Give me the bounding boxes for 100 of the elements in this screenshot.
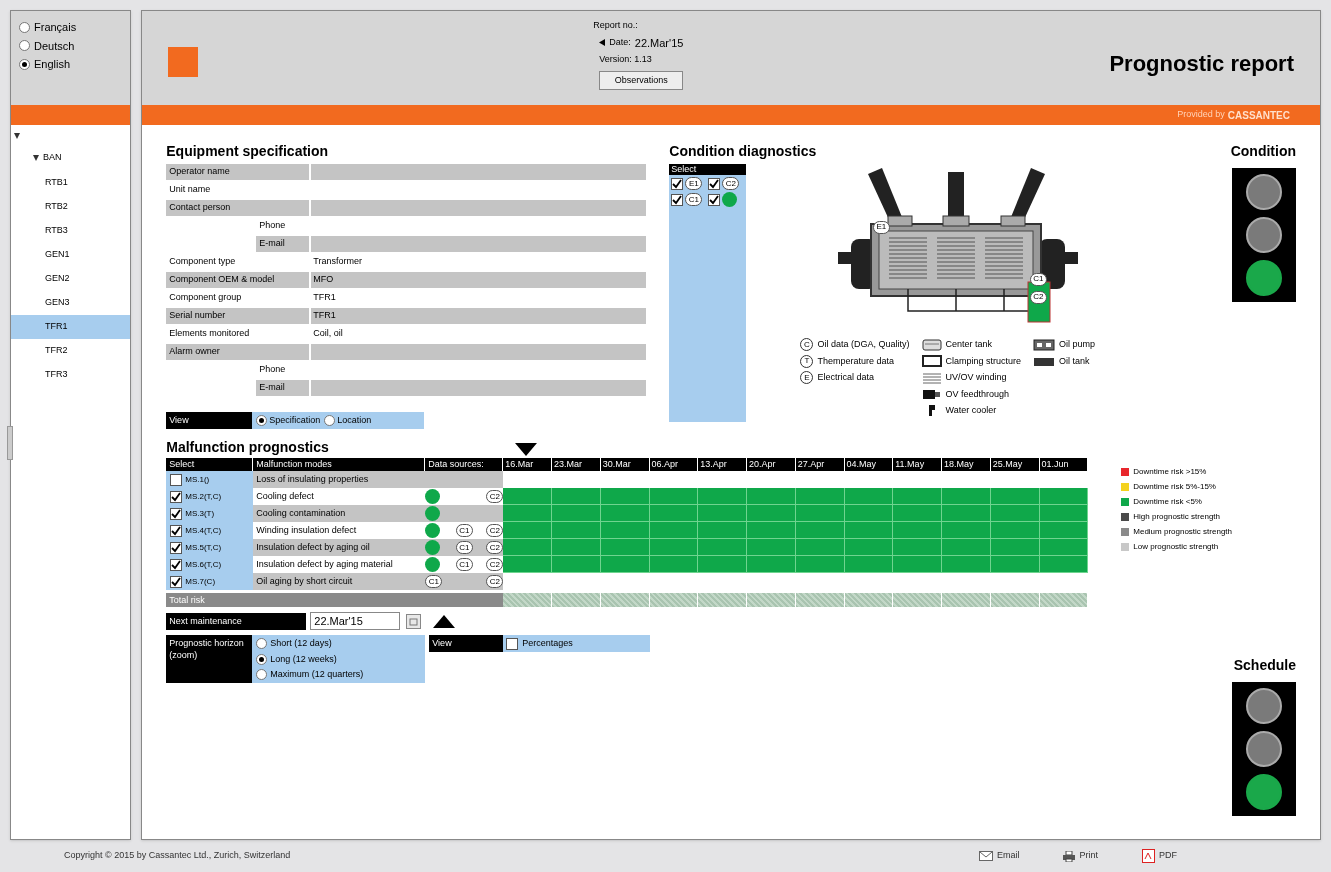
frame-icon xyxy=(921,355,942,368)
checkbox[interactable] xyxy=(170,541,183,554)
sensor-badge: E1 xyxy=(685,177,703,190)
checkbox[interactable] xyxy=(708,193,721,206)
report-number: Report no.: xyxy=(593,19,639,32)
tree-item[interactable]: TFR2 xyxy=(11,338,131,363)
checkbox[interactable] xyxy=(170,558,183,571)
checkbox[interactable] xyxy=(170,507,183,520)
pdf-icon xyxy=(1142,849,1155,863)
field-label: Component type xyxy=(168,255,237,269)
field-value: TFR1 xyxy=(311,308,647,324)
view-option[interactable]: Location xyxy=(337,413,372,428)
radio-button[interactable] xyxy=(19,21,30,33)
mode-code: MS.2(T,C) xyxy=(185,490,222,503)
tree-item[interactable]: RTB2 xyxy=(11,194,131,219)
mode-code: MS.3(T) xyxy=(185,507,215,520)
checkbox[interactable] xyxy=(671,193,684,206)
hatched-cell xyxy=(747,593,796,607)
date-header: 11.May xyxy=(893,458,943,471)
radio-button[interactable] xyxy=(256,415,268,426)
checkbox[interactable] xyxy=(170,575,183,588)
printer-icon xyxy=(1063,850,1076,862)
field-label: Component group xyxy=(168,291,243,305)
language-option[interactable]: Français xyxy=(34,19,77,36)
tree-item[interactable]: RTB1 xyxy=(11,170,131,195)
legend-label: Center tank xyxy=(945,338,993,351)
hatched-cell xyxy=(990,593,1040,607)
tree-item[interactable]: TFR1 xyxy=(11,314,131,339)
sensor-badge: C1 xyxy=(455,541,473,554)
footer-link[interactable]: Email xyxy=(996,849,1020,863)
provided-by-text: Provided by xyxy=(1177,108,1225,122)
checkbox[interactable] xyxy=(671,177,684,190)
radio-button[interactable] xyxy=(19,40,30,52)
language-option[interactable]: English xyxy=(34,56,71,73)
footer-link[interactable]: Print xyxy=(1079,849,1098,863)
radio-button[interactable] xyxy=(256,638,268,650)
percentages-option[interactable]: Percentages xyxy=(522,636,573,651)
copyright-text: Copyright © 2015 by Cassantec Ltd., Zurich, Switzerland xyxy=(64,849,291,863)
section-title: Condition diagnostics xyxy=(669,142,818,161)
radio-button[interactable] xyxy=(324,415,336,426)
field-label: Elements monitored xyxy=(168,327,251,341)
horizon-option[interactable]: Maximum (12 quarters) xyxy=(270,668,364,682)
checkbox[interactable] xyxy=(170,473,183,486)
tree-item[interactable]: RTB3 xyxy=(11,218,131,243)
radio-button[interactable] xyxy=(19,58,30,70)
select-header: Select xyxy=(669,164,747,175)
field-label: Alarm owner xyxy=(166,344,310,360)
tree-item[interactable]: GEN1 xyxy=(11,242,131,267)
calendar-icon[interactable] xyxy=(406,613,422,629)
radio-button[interactable] xyxy=(256,653,268,665)
checkbox[interactable] xyxy=(170,524,183,537)
winding-icon xyxy=(921,371,942,384)
hatched-cell xyxy=(795,593,845,607)
tree-item[interactable]: TFR3 xyxy=(11,362,131,387)
date-header: 04.May xyxy=(844,458,894,471)
checkbox[interactable] xyxy=(506,637,519,650)
field-label: Phone xyxy=(258,363,287,377)
horizon-option[interactable]: Short (12 days) xyxy=(270,637,332,651)
footer-link[interactable]: PDF xyxy=(1159,849,1177,863)
observations-button[interactable]: Observations xyxy=(599,70,684,90)
splitter-handle[interactable] xyxy=(7,426,13,460)
hatched-cell xyxy=(552,593,601,607)
date-header: 23.Mar xyxy=(552,458,601,471)
brand-text: CASSANTEC xyxy=(1227,108,1290,123)
legend-label: Water cooler xyxy=(945,404,997,417)
legend-label: Clamping structure xyxy=(945,354,1022,368)
field-label: Component OEM & model xyxy=(166,272,310,288)
radio-button[interactable] xyxy=(256,669,268,681)
view-label: View xyxy=(166,412,253,429)
table-cell: Loss of insulating properties xyxy=(253,471,426,488)
language-option[interactable]: Deutsch xyxy=(34,37,75,54)
table-cell: Insulation defect by aging oil xyxy=(253,539,426,556)
sensor-badge: C2 xyxy=(486,524,504,537)
table-cell: Oil aging by short circuit xyxy=(253,573,426,590)
view-label: View xyxy=(429,635,504,652)
mode-code: MS.7(C) xyxy=(185,575,216,588)
checkbox[interactable] xyxy=(170,490,183,503)
date-field[interactable]: 22.Mar'15 xyxy=(310,612,401,630)
legend-label: Medium prognostic strength xyxy=(1133,526,1232,538)
legend-label: Low prognostic strength xyxy=(1133,541,1219,553)
back-arrow-icon[interactable] xyxy=(599,39,606,47)
hatched-cell xyxy=(1039,593,1089,607)
legend-label: Electrical data xyxy=(817,371,874,384)
legend-label: UV/OV winding xyxy=(945,371,1007,384)
oil-tank-icon xyxy=(1033,355,1056,368)
view-option[interactable]: Specification xyxy=(269,413,321,428)
date-header: 30.Mar xyxy=(600,458,650,471)
expand-arrow-icon[interactable] xyxy=(33,154,39,161)
expand-arrow-icon[interactable] xyxy=(14,133,20,139)
mode-code: MS.4(T,C) xyxy=(185,524,222,537)
tree-item[interactable]: GEN2 xyxy=(11,266,131,291)
horizon-option[interactable]: Long (12 weeks) xyxy=(270,652,337,666)
table-cell: Cooling contamination xyxy=(253,505,426,522)
mode-code: MS.6(T,C) xyxy=(185,558,222,571)
field-label: Serial number xyxy=(166,308,310,324)
tree-item[interactable]: GEN3 xyxy=(11,290,131,315)
tree-node[interactable]: BAN xyxy=(43,151,62,165)
field-value: MFO xyxy=(311,272,647,288)
field-value: TFR1 xyxy=(312,291,337,305)
checkbox[interactable] xyxy=(708,177,721,190)
